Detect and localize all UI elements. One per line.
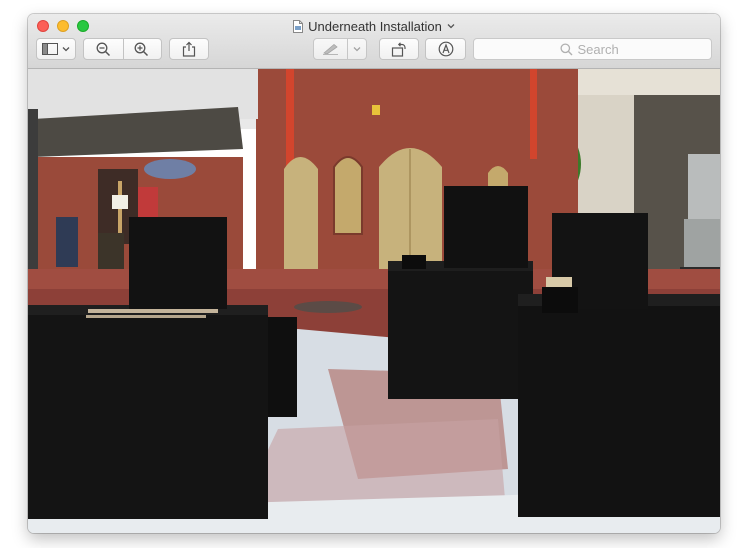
title-bar: Underneath Installation (28, 14, 720, 69)
zoom-out-icon (96, 42, 110, 56)
search-field[interactable] (473, 38, 712, 60)
search-icon (559, 42, 572, 55)
share-button[interactable] (169, 38, 209, 60)
image-canvas (28, 69, 720, 533)
markup-options-button[interactable] (347, 39, 366, 59)
markup-button-group (313, 38, 367, 60)
pen-markup-icon (322, 43, 338, 55)
chevron-down-icon (353, 47, 360, 52)
rotate-icon (391, 41, 406, 57)
photo-image (28, 69, 720, 533)
sidebar-view-button[interactable] (36, 38, 76, 60)
annotate-icon (438, 41, 453, 57)
window-title: Underneath Installation (308, 18, 442, 34)
document-icon (293, 19, 304, 33)
search-input[interactable] (577, 41, 626, 57)
sidebar-icon (42, 43, 58, 55)
annotate-button[interactable] (425, 38, 466, 60)
preview-window: Underneath Installation (28, 14, 720, 533)
chevron-down-icon (62, 47, 70, 52)
rotate-button[interactable] (379, 38, 419, 60)
chevron-down-icon[interactable] (447, 23, 455, 29)
markup-toolbar-button[interactable] (314, 39, 347, 59)
zoom-in-button[interactable] (123, 39, 162, 59)
window-title-area[interactable]: Underneath Installation (28, 17, 720, 35)
zoom-in-icon (134, 42, 149, 56)
share-icon (182, 41, 196, 57)
zoom-out-button[interactable] (84, 39, 123, 59)
zoom-button-group (83, 38, 162, 60)
